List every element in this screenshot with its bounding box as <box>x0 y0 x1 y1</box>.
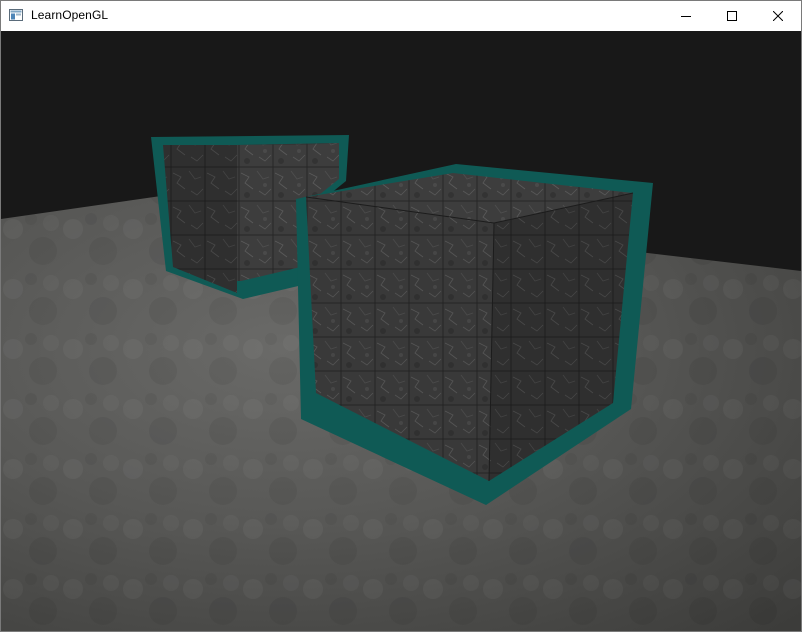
app-window: LearnOpenGL <box>0 0 802 632</box>
app-window-icon <box>9 9 23 21</box>
maximize-button[interactable] <box>709 1 755 31</box>
render-scene <box>1 31 801 631</box>
close-icon <box>773 11 783 21</box>
minimize-button[interactable] <box>663 1 709 31</box>
close-button[interactable] <box>755 1 801 31</box>
maximize-icon <box>727 11 737 21</box>
minimize-icon <box>681 16 691 17</box>
opengl-viewport[interactable] <box>1 31 801 631</box>
window-title: LearnOpenGL <box>31 8 109 22</box>
title-bar[interactable]: LearnOpenGL <box>1 1 801 31</box>
